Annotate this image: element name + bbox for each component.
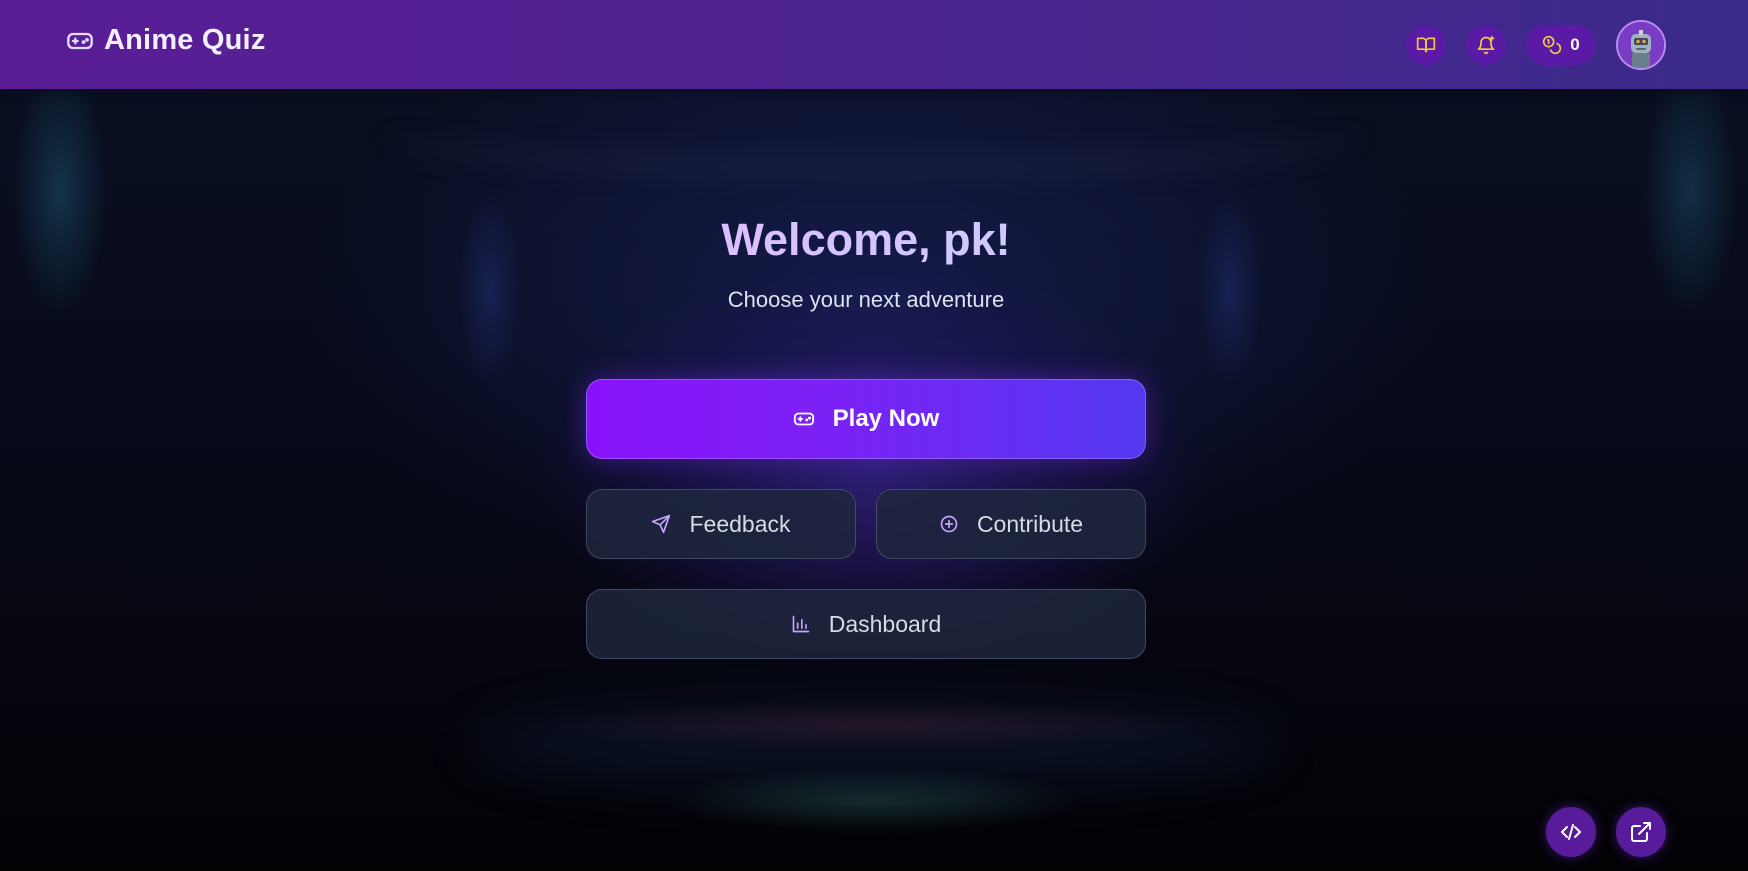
- welcome-heading: Welcome, pk!: [0, 214, 1732, 266]
- gamepad-icon: [67, 32, 93, 49]
- coins-icon: [1543, 35, 1562, 55]
- bar-chart-icon: [792, 615, 810, 633]
- book-button[interactable]: [1406, 25, 1446, 65]
- contribute-label: Contribute: [976, 510, 1084, 537]
- page: Anime Quiz 0 Welcome, pk! Choose your ne…: [0, 0, 1748, 871]
- dashboard-label: Dashboard: [828, 610, 942, 637]
- dashboard-button[interactable]: Dashboard: [586, 589, 1146, 659]
- code-button[interactable]: [1546, 807, 1596, 857]
- robot-avatar-icon: [1618, 22, 1664, 68]
- play-now-button[interactable]: Play Now: [586, 379, 1146, 459]
- coins-balance[interactable]: 0: [1526, 25, 1596, 65]
- brand[interactable]: Anime Quiz: [66, 24, 266, 57]
- background-stage-glow: [470, 700, 1278, 790]
- top-navbar: Anime Quiz 0: [0, 0, 1748, 89]
- code-icon: [1561, 824, 1581, 840]
- send-icon: [652, 514, 671, 534]
- notifications-button[interactable]: [1466, 25, 1506, 65]
- user-avatar[interactable]: [1616, 20, 1666, 70]
- app-title: Anime Quiz: [104, 24, 266, 56]
- coin-count: 0: [1570, 35, 1580, 54]
- gamepad-icon: [793, 412, 814, 426]
- external-link-button[interactable]: [1616, 807, 1666, 857]
- welcome-subtitle: Choose your next adventure: [727, 287, 1005, 312]
- book-icon: [1416, 37, 1436, 53]
- background-arc: [380, 88, 1368, 176]
- feedback-label: Feedback: [689, 510, 791, 537]
- plus-circle-icon: [940, 515, 958, 533]
- contribute-button[interactable]: Contribute: [876, 489, 1146, 559]
- feedback-button[interactable]: Feedback: [586, 489, 856, 559]
- bell-plus-icon: [1477, 35, 1495, 55]
- play-now-label: Play Now: [832, 405, 940, 432]
- external-link-icon: [1631, 822, 1651, 842]
